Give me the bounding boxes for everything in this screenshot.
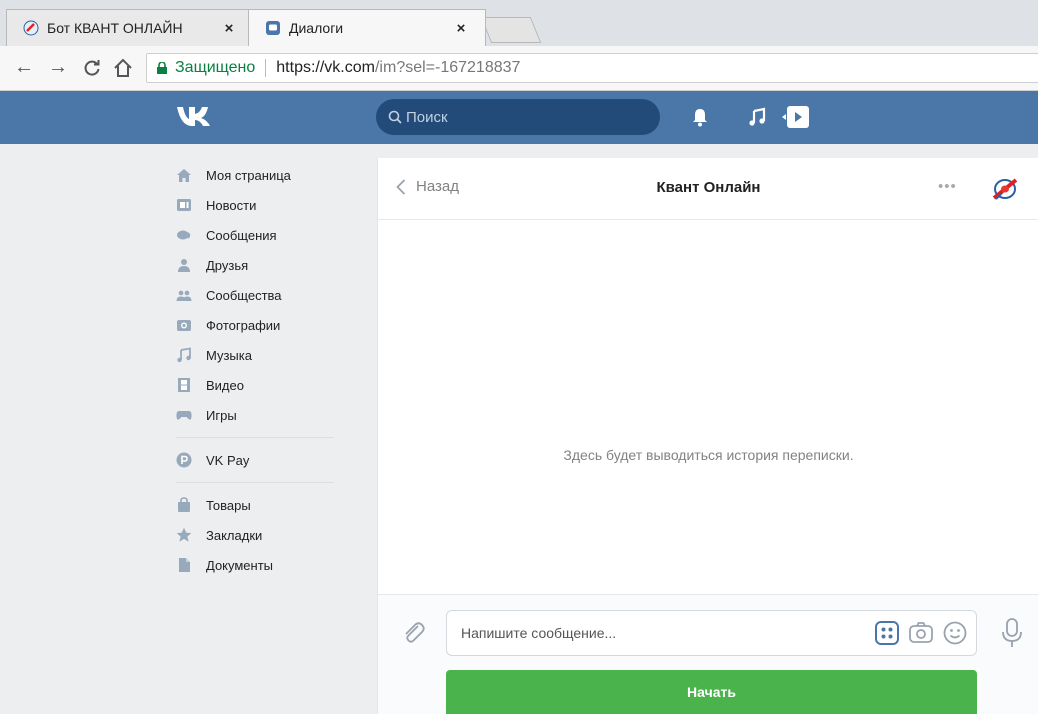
lock-icon bbox=[157, 62, 167, 74]
games-icon bbox=[176, 411, 192, 420]
search-input[interactable]: Поиск bbox=[376, 99, 660, 135]
browser-tab-dialogs[interactable]: Диалоги × bbox=[248, 9, 486, 46]
sidebar-item-label: Видео bbox=[206, 377, 244, 393]
sidebar-item-label: Документы bbox=[206, 557, 274, 573]
sidebar-item-label: Игры bbox=[206, 407, 237, 423]
friends-icon bbox=[178, 259, 190, 272]
chat-panel: Назад Квант Онлайн ••• Здесь будет вывод… bbox=[377, 158, 1038, 714]
empty-history-text: Здесь будет выводиться история переписки… bbox=[563, 447, 854, 463]
sidebar-item-label: Сообщества bbox=[206, 287, 282, 303]
more-actions-icon[interactable]: ••• bbox=[938, 178, 957, 195]
sidebar-item-label: Музыка bbox=[206, 347, 252, 363]
sidebar-item-label: Новости bbox=[206, 197, 257, 213]
smile-icon[interactable] bbox=[942, 620, 968, 646]
forward-arrow-icon[interactable]: → bbox=[48, 56, 68, 79]
new-tab-button[interactable] bbox=[480, 17, 542, 43]
search-placeholder: Поиск bbox=[406, 108, 448, 126]
reload-icon[interactable] bbox=[82, 58, 102, 78]
sidebar-item-friends[interactable]: Друзья bbox=[176, 250, 346, 280]
sidebar-divider bbox=[176, 482, 334, 483]
tab-title: Диалоги bbox=[289, 20, 344, 36]
home-icon[interactable] bbox=[112, 57, 134, 79]
music-icon bbox=[177, 347, 191, 363]
left-sidebar: Моя страница Новости Сообщения Друзья Со… bbox=[176, 160, 346, 580]
sidebar-item-groups[interactable]: Сообщества bbox=[176, 280, 346, 310]
secure-label: Защищено bbox=[175, 59, 256, 76]
news-icon bbox=[177, 199, 191, 211]
sidebar-item-label: Друзья bbox=[206, 257, 249, 273]
sidebar-item-label: VK Pay bbox=[206, 452, 250, 468]
document-icon bbox=[179, 558, 190, 572]
sidebar-item-games[interactable]: Игры bbox=[176, 400, 346, 430]
divider bbox=[265, 59, 267, 77]
messages-icon bbox=[177, 230, 191, 240]
sidebar-item-label: Моя страница bbox=[206, 167, 291, 183]
kvant-favicon-icon bbox=[23, 20, 39, 36]
sidebar-item-label: Фотографии bbox=[206, 317, 281, 333]
browser-toolbar: ← → Защищено https://vk.com/im?sel=-1672… bbox=[0, 46, 1038, 91]
video-icon bbox=[178, 378, 190, 392]
close-tab-icon[interactable]: × bbox=[451, 20, 471, 37]
sidebar-divider bbox=[176, 437, 334, 438]
search-icon bbox=[388, 110, 402, 124]
kvant-avatar-icon[interactable] bbox=[990, 174, 1020, 204]
sidebar-item-news[interactable]: Новости bbox=[176, 190, 346, 220]
message-placeholder: Напишите сообщение... bbox=[461, 625, 617, 641]
chat-header: Назад Квант Онлайн ••• bbox=[378, 158, 1038, 220]
close-tab-icon[interactable]: × bbox=[219, 20, 239, 37]
url-path: /im?sel=-167218837 bbox=[374, 59, 521, 76]
sidebar-item-bookmarks[interactable]: Закладки bbox=[176, 520, 346, 550]
bell-icon[interactable] bbox=[691, 107, 709, 127]
music-icon[interactable] bbox=[747, 107, 767, 127]
sidebar-item-photos[interactable]: Фотографии bbox=[176, 310, 346, 340]
vk-messages-favicon-icon bbox=[266, 21, 280, 35]
vk-header: Поиск bbox=[0, 91, 1038, 144]
bot-keyboard-icon[interactable] bbox=[874, 620, 900, 646]
sidebar-item-vkpay[interactable]: VK Pay bbox=[176, 445, 346, 475]
browser-tab-bot[interactable]: Бот КВАНТ ОНЛАЙН × bbox=[6, 9, 254, 46]
vkpay-icon bbox=[176, 452, 192, 468]
star-icon bbox=[176, 527, 192, 542]
sidebar-item-documents[interactable]: Документы bbox=[176, 550, 346, 580]
start-button[interactable]: Начать bbox=[446, 670, 977, 714]
sidebar-item-goods[interactable]: Товары bbox=[176, 490, 346, 520]
vk-logo-icon[interactable] bbox=[176, 105, 212, 127]
groups-icon bbox=[176, 290, 192, 301]
attach-clip-icon[interactable] bbox=[400, 620, 428, 648]
microphone-icon[interactable] bbox=[1000, 617, 1024, 649]
browser-tab-bar: Бот КВАНТ ОНЛАЙН × Диалоги × bbox=[0, 0, 1038, 46]
shopping-bag-icon bbox=[178, 497, 190, 512]
message-composer: Напишите сообщение... Начать bbox=[378, 594, 1038, 714]
url-host: https://vk.com bbox=[276, 59, 375, 76]
sidebar-item-label: Закладки bbox=[206, 527, 263, 543]
back-arrow-icon[interactable]: ← bbox=[14, 56, 34, 79]
camera-icon[interactable] bbox=[908, 620, 934, 646]
sidebar-item-music[interactable]: Музыка bbox=[176, 340, 346, 370]
message-input[interactable]: Напишите сообщение... bbox=[446, 610, 977, 656]
address-bar[interactable]: Защищено https://vk.com/im?sel=-16721883… bbox=[146, 53, 1038, 83]
sidebar-item-video[interactable]: Видео bbox=[176, 370, 346, 400]
sidebar-item-label: Сообщения bbox=[206, 227, 277, 243]
photo-icon bbox=[177, 320, 191, 331]
sidebar-item-my-page[interactable]: Моя страница bbox=[176, 160, 346, 190]
sidebar-item-messages[interactable]: Сообщения bbox=[176, 220, 346, 250]
sidebar-item-label: Товары bbox=[206, 497, 251, 513]
play-icon[interactable] bbox=[782, 105, 810, 129]
tab-title: Бот КВАНТ ОНЛАЙН bbox=[47, 20, 183, 36]
home-icon bbox=[177, 169, 191, 182]
